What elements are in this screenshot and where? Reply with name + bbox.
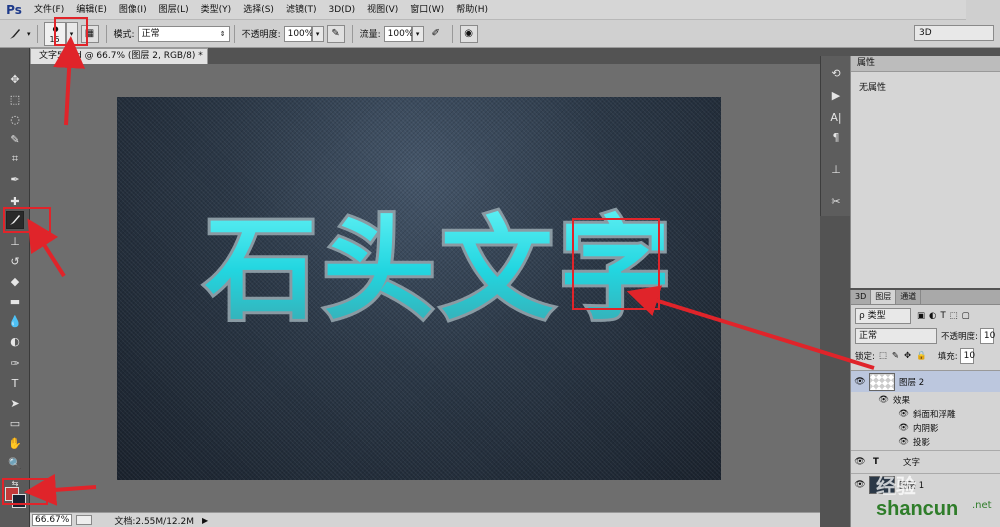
annotation-arrows: [24, 36, 875, 506]
arrow-to-canvas-character: [626, 285, 875, 370]
arrow-to-brush-tool: [27, 218, 66, 278]
watermark-logo: 经验 shancun .net: [872, 474, 998, 526]
arrow-to-color-swatch: [24, 473, 97, 506]
watermark-chinese: 经验: [876, 474, 916, 498]
watermark-text: shancun: [876, 498, 959, 520]
arrow-to-brush-size: [53, 36, 86, 126]
watermark-suffix: .net: [972, 500, 992, 511]
